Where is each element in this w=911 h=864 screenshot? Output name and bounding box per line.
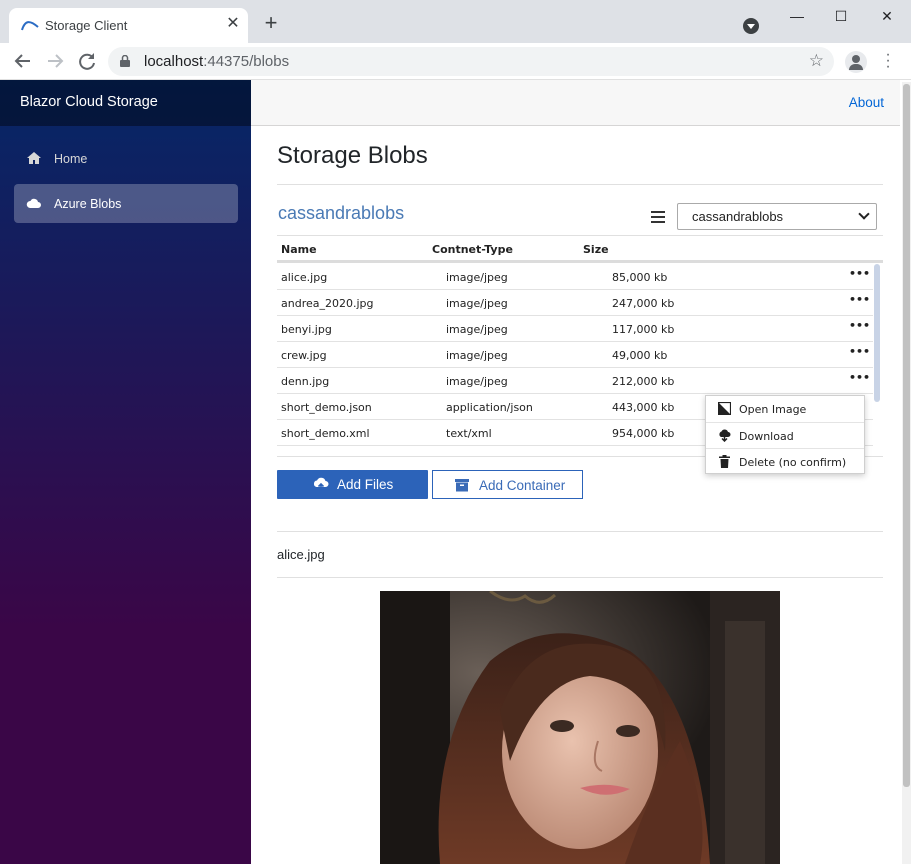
add-container-label: Add Container	[479, 478, 566, 493]
cloud-icon	[26, 198, 41, 208]
profile-avatar-icon[interactable]	[845, 51, 867, 73]
table-row[interactable]: crew.jpg image/jpeg 49,000 kb •••	[277, 342, 873, 368]
image-icon	[718, 402, 731, 415]
table-row[interactable]: andrea_2020.jpg image/jpeg 247,000 kb ••…	[277, 290, 873, 316]
blob-content-type: image/jpeg	[446, 323, 508, 336]
window-close-button[interactable]: ✕	[877, 6, 897, 26]
cloud-upload-icon	[313, 477, 329, 491]
menu-item-open-image[interactable]: Open Image	[706, 396, 864, 422]
blob-content-type: text/xml	[446, 427, 492, 440]
chevron-down-icon	[858, 208, 870, 220]
lock-icon	[120, 55, 130, 67]
maximize-button[interactable]: ☐	[831, 6, 851, 26]
minimize-button[interactable]: —	[787, 6, 807, 26]
browser-titlebar: Storage Client ✕ + — ☐ ✕	[0, 0, 911, 43]
page-title: Storage Blobs	[277, 142, 428, 169]
blob-size: 212,000 kb	[612, 375, 675, 388]
menu-item-label: Delete (no confirm)	[739, 456, 847, 469]
reload-icon[interactable]	[76, 50, 98, 72]
blob-table-header: Name Contnet-Type Size	[277, 236, 883, 263]
menu-item-download[interactable]: Download	[706, 422, 864, 448]
cloud-download-icon	[719, 429, 731, 442]
home-icon	[27, 152, 41, 164]
blob-name: short_demo.xml	[281, 427, 370, 440]
menu-item-label: Open Image	[739, 403, 807, 416]
blazor-logo-icon	[21, 21, 39, 31]
page-scrollbar-thumb[interactable]	[903, 84, 910, 787]
blob-size: 443,000 kb	[612, 401, 675, 414]
container-select[interactable]: cassandrablobs	[677, 203, 877, 230]
brand-title[interactable]: Blazor Cloud Storage	[20, 94, 158, 110]
tab-title: Storage Client	[45, 18, 128, 33]
back-arrow-icon[interactable]	[12, 50, 34, 72]
sidebar-item-azure-blobs[interactable]: Azure Blobs	[14, 184, 238, 223]
table-row[interactable]: benyi.jpg image/jpeg 117,000 kb •••	[277, 316, 873, 342]
menu-item-delete[interactable]: Delete (no confirm)	[706, 448, 864, 474]
blob-size: 49,000 kb	[612, 349, 668, 362]
blob-size: 247,000 kb	[612, 297, 675, 310]
table-row[interactable]: denn.jpg image/jpeg 212,000 kb •••	[277, 368, 873, 394]
blob-content-type: image/jpeg	[446, 375, 508, 388]
tab-close-icon[interactable]: ✕	[225, 16, 241, 32]
blob-name: short_demo.json	[281, 401, 372, 414]
blob-content-type: image/jpeg	[446, 349, 508, 362]
blob-name: denn.jpg	[281, 375, 330, 388]
table-scrollbar[interactable]	[874, 262, 881, 454]
top-row: About	[251, 80, 900, 126]
image-preview	[380, 591, 780, 864]
browser-menu-icon[interactable]: · · ·	[881, 47, 895, 75]
row-menu-icon[interactable]: •••	[849, 293, 870, 306]
blob-size: 954,000 kb	[612, 427, 675, 440]
sidebar-item-home[interactable]: Home	[14, 139, 238, 178]
browser-tab[interactable]: Storage Client ✕	[9, 8, 248, 43]
add-container-button[interactable]: Add Container	[432, 470, 583, 499]
forward-arrow-icon[interactable]	[44, 50, 66, 72]
blob-name: benyi.jpg	[281, 323, 332, 336]
address-bar[interactable]: localhost:44375/blobs ☆	[108, 47, 834, 76]
blob-name: andrea_2020.jpg	[281, 297, 374, 310]
trash-icon	[719, 455, 730, 468]
row-menu-icon[interactable]: •••	[849, 267, 870, 280]
archive-icon	[455, 479, 469, 492]
add-files-label: Add Files	[337, 477, 394, 492]
column-header-size[interactable]: Size	[583, 243, 609, 256]
new-tab-button[interactable]: +	[262, 12, 280, 34]
blob-content-type: application/json	[446, 401, 533, 414]
menu-item-label: Download	[739, 430, 794, 443]
blob-size: 117,000 kb	[612, 323, 675, 336]
url-text: localhost:44375/blobs	[144, 53, 290, 70]
page-scrollbar[interactable]	[902, 82, 911, 864]
row-menu-icon[interactable]: •••	[849, 319, 870, 332]
row-menu-icon[interactable]: •••	[849, 371, 870, 384]
container-select-value: cassandrablobs	[692, 209, 784, 224]
table-scrollbar-thumb[interactable]	[874, 264, 880, 402]
browser-toolbar: localhost:44375/blobs ☆ · · ·	[0, 43, 911, 80]
row-menu-icon[interactable]: •••	[849, 345, 870, 358]
about-link[interactable]: About	[849, 95, 884, 110]
tab-search-icon[interactable]	[743, 18, 759, 34]
preview-file-name: alice.jpg	[277, 547, 325, 562]
hamburger-menu-icon[interactable]	[651, 211, 665, 223]
blob-size: 85,000 kb	[612, 271, 668, 284]
table-row[interactable]: alice.jpg image/jpeg 85,000 kb •••	[277, 264, 873, 290]
blob-name: crew.jpg	[281, 349, 327, 362]
blob-content-type: image/jpeg	[446, 297, 508, 310]
container-title: cassandrablobs	[278, 203, 405, 223]
add-files-button[interactable]: Add Files	[277, 470, 428, 499]
column-header-content-type[interactable]: Contnet-Type	[432, 243, 513, 256]
sidebar-header: Blazor Cloud Storage	[0, 80, 251, 126]
sidebar-item-label: Azure Blobs	[54, 197, 122, 211]
divider	[277, 577, 883, 578]
blob-content-type: image/jpeg	[446, 271, 508, 284]
sidebar: Blazor Cloud Storage Home Azure Blobs	[0, 80, 251, 864]
column-header-name[interactable]: Name	[281, 243, 317, 256]
divider	[277, 184, 883, 185]
sidebar-item-label: Home	[54, 152, 88, 166]
row-context-menu: Open Image Download Delete (no confirm)	[705, 395, 865, 474]
blob-name: alice.jpg	[281, 271, 328, 284]
bookmark-star-icon[interactable]: ☆	[809, 51, 824, 71]
divider	[277, 531, 883, 532]
